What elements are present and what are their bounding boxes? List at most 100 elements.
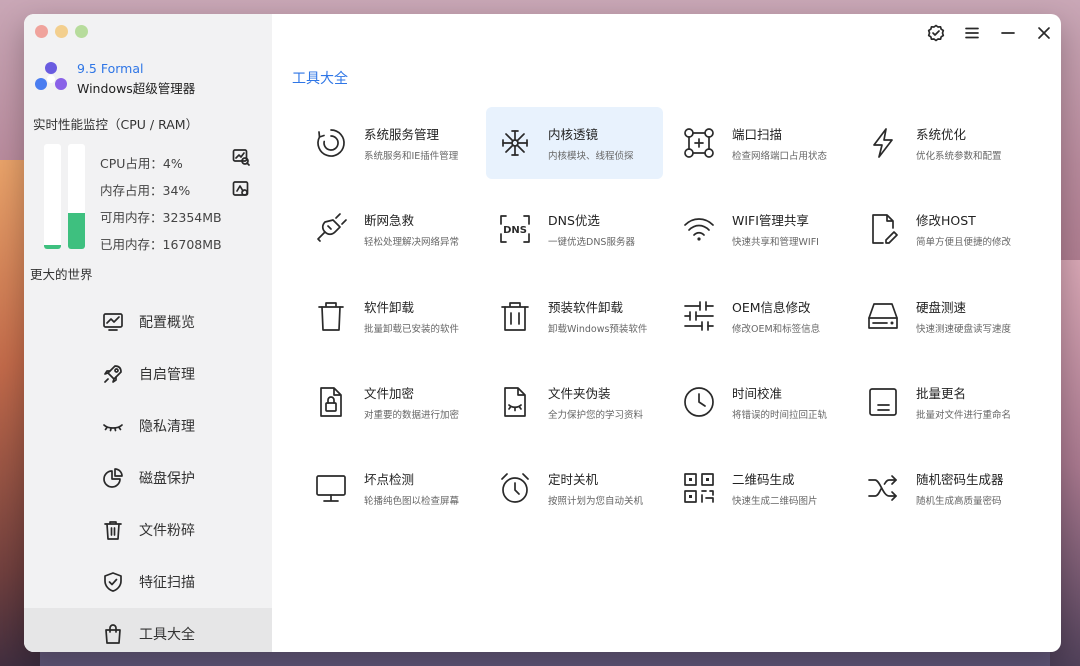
tool-qr-generator[interactable]: 二维码生成 快速生成二维码图片 xyxy=(670,452,847,524)
network-node-icon xyxy=(502,130,528,156)
cpu-usage-bar xyxy=(44,144,61,249)
sidebar-item-file-shredder[interactable]: 文件粉碎 xyxy=(24,504,272,556)
tool-subtitle: 系统服务和IE插件管理 xyxy=(364,151,459,162)
sidebar-nav: 配置概览 自启管理 隐私清理 磁盘保护 文件粉碎 特征扫描 工具大全 xyxy=(24,296,272,652)
tool-oem-modify[interactable]: OEM信息修改修改OEM和标签信息 xyxy=(670,280,847,352)
sidebar-item-config-overview[interactable]: 配置概览 xyxy=(24,296,272,348)
tool-time-calibrate[interactable]: 时间校准将错误的时间拉回正轨 xyxy=(670,366,847,438)
close-window-button[interactable] xyxy=(35,25,48,38)
tool-subtitle: 按照计划为您自动关机 xyxy=(548,496,644,507)
monitor-icon xyxy=(316,475,346,502)
tool-network-rescue[interactable]: 断网急救 轻松处理解决网络异常 xyxy=(302,193,479,265)
close-icon[interactable] xyxy=(1035,24,1053,42)
tool-title: 内核透镜 xyxy=(548,127,599,142)
alarm-clock-icon xyxy=(501,473,529,503)
file-hidden-icon xyxy=(504,387,526,417)
window-traffic-lights xyxy=(35,25,88,38)
tool-subtitle: 轮播纯色图以检查屏幕 xyxy=(364,496,460,507)
tool-system-optimize[interactable]: 系统优化优化系统参数和配置 xyxy=(854,107,1031,179)
shuffle-icon xyxy=(868,475,897,501)
tool-title: OEM信息修改 xyxy=(732,300,811,315)
tool-file-encrypt[interactable]: 文件加密 对重要的数据进行加密 xyxy=(302,366,479,438)
tool-title: 修改HOST xyxy=(916,213,976,228)
tool-title: 系统优化 xyxy=(916,127,967,142)
badge-check-icon[interactable] xyxy=(927,24,945,42)
tool-system-service-manager[interactable]: 系统服务管理系统服务和IE插件管理 xyxy=(302,107,479,179)
free-memory-text: 可用内存：32354MB xyxy=(100,210,222,225)
tool-subtitle: 将错误的时间拉回正轨 xyxy=(732,410,828,421)
service-circle-icon xyxy=(317,129,345,157)
closed-eye-icon xyxy=(103,424,123,432)
cpu-detail-icon[interactable] xyxy=(232,148,250,166)
minimize-window-button[interactable] xyxy=(55,25,68,38)
tool-title: 时间校准 xyxy=(732,386,783,401)
rocket-icon xyxy=(104,365,122,383)
section-title: 工具大全 xyxy=(292,71,348,87)
file-lock-icon xyxy=(320,387,342,417)
cpu-usage-fill xyxy=(44,244,61,249)
sidebar-item-toolbox[interactable]: 工具大全 xyxy=(24,608,272,652)
bin-icon xyxy=(318,302,344,331)
window-controls xyxy=(927,24,1053,42)
tool-dead-pixel-test[interactable]: 坏点检测轮播纯色图以检查屏幕 xyxy=(302,452,479,524)
sidebar-item-label: 特征扫描 xyxy=(139,575,195,591)
tool-subtitle: 快速共享和管理WIFI xyxy=(732,237,819,248)
tool-preinstalled-uninstall[interactable]: 预装软件卸载卸载Windows预装软件 xyxy=(486,280,663,352)
tool-batch-rename[interactable]: 批量更名 批量对文件进行重命名 xyxy=(854,366,1031,438)
tool-scheduled-shutdown[interactable]: 定时关机按照计划为您自动关机 xyxy=(486,452,663,524)
tool-title: 文件加密 xyxy=(364,386,415,401)
tool-folder-disguise[interactable]: 文件夹伪装全力保护您的学习资料 xyxy=(486,366,663,438)
menu-icon[interactable] xyxy=(963,24,981,42)
tool-subtitle: 检查网络端口占用状态 xyxy=(732,151,828,162)
tool-title: DNS优选 xyxy=(548,213,600,228)
app-name: Windows超级管理器 xyxy=(77,81,196,96)
memory-usage-fill xyxy=(68,213,85,249)
tool-subtitle: 优化系统参数和配置 xyxy=(916,151,1002,162)
tool-title: 端口扫描 xyxy=(732,127,783,142)
sidebar: 9.5 Formal Windows超级管理器 实时性能监控（CPU / RAM… xyxy=(24,14,272,652)
tool-title: 系统服务管理 xyxy=(364,127,440,142)
sidebar-item-label: 文件粉碎 xyxy=(139,523,195,539)
used-memory-text: 已用内存：16708MB xyxy=(100,237,222,252)
sidebar-item-feature-scan[interactable]: 特征扫描 xyxy=(24,556,272,608)
tool-dns-select[interactable]: DNS DNS优选 一键优选DNS服务器 xyxy=(486,193,663,265)
sidebar-item-label: 工具大全 xyxy=(139,627,195,643)
tool-title: 文件夹伪装 xyxy=(548,386,611,401)
sidebar-item-startup-manager[interactable]: 自启管理 xyxy=(24,348,272,400)
sidebar-item-label: 配置概览 xyxy=(139,315,195,331)
app-logo-icon xyxy=(35,62,67,90)
zoom-window-button[interactable] xyxy=(75,25,88,38)
tool-port-scan[interactable]: 端口扫描检查网络端口占用状态 xyxy=(670,107,847,179)
main-panel: 工具大全 系统服务管理 系统服务和IE插件管理 内核透镜 内核模块、线程侦探 端… xyxy=(272,14,1061,652)
tool-subtitle: 全力保护您的学习资料 xyxy=(548,410,644,421)
qr-code-icon xyxy=(684,473,714,503)
tool-subtitle: 修改OEM和标签信息 xyxy=(732,324,821,335)
tool-wifi-share[interactable]: WIFI管理共享 快速共享和管理WIFI xyxy=(670,193,847,265)
sidebar-item-disk-protection[interactable]: 磁盘保护 xyxy=(24,452,272,504)
tool-random-password[interactable]: 随机密码生成器 随机生成高质量密码 xyxy=(854,452,1031,524)
memory-detail-icon[interactable] xyxy=(232,180,250,198)
cpu-usage-text: CPU占用：4% xyxy=(100,156,183,171)
tool-title: 断网急救 xyxy=(364,213,415,228)
tool-title: 软件卸载 xyxy=(364,300,415,315)
tool-title: 批量更名 xyxy=(916,386,967,401)
sidebar-item-label: 隐私清理 xyxy=(139,419,195,435)
minimize-icon[interactable] xyxy=(999,24,1017,42)
tool-title: 定时关机 xyxy=(548,472,599,487)
world-label: 更大的世界 xyxy=(30,267,93,282)
svg-text:DNS: DNS xyxy=(503,225,527,236)
clock-icon xyxy=(684,387,714,417)
tool-subtitle: 卸载Windows预装软件 xyxy=(548,324,648,335)
tool-modify-host[interactable]: 修改HOST 简单方便且便捷的修改 xyxy=(854,193,1031,265)
hard-drive-icon xyxy=(868,303,898,329)
sidebar-item-privacy-cleaner[interactable]: 隐私清理 xyxy=(24,400,272,452)
dns-icon: DNS xyxy=(500,215,530,243)
tool-kernel-lens[interactable]: 内核透镜 内核模块、线程侦探 xyxy=(486,107,663,179)
tool-title: 坏点检测 xyxy=(364,472,415,487)
tool-software-uninstall[interactable]: 软件卸载 批量卸载已安装的软件 xyxy=(302,280,479,352)
tool-disk-speed-test[interactable]: 硬盘测速 快速测速硬盘读写速度 xyxy=(854,280,1031,352)
tool-title: 预装软件卸载 xyxy=(548,300,624,315)
tool-title: 随机密码生成器 xyxy=(916,472,1004,487)
performance-monitor-title: 实时性能监控（CPU / RAM） xyxy=(33,117,199,132)
tool-title: 二维码生成 xyxy=(732,472,795,487)
